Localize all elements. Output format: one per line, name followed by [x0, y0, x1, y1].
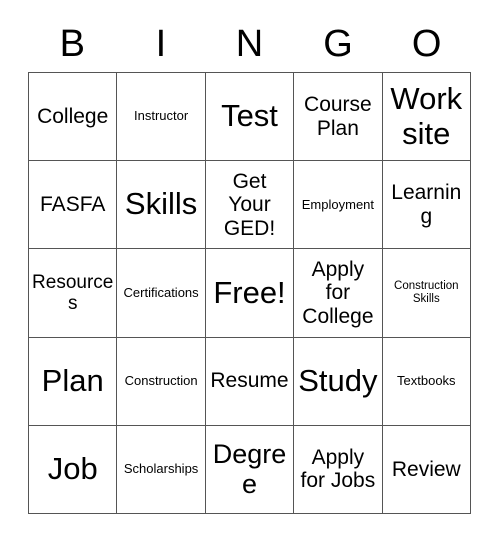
- bingo-cell[interactable]: Construction Skills: [382, 249, 471, 338]
- bingo-cell[interactable]: Employment: [294, 161, 383, 250]
- bingo-cell-label: Skills: [124, 186, 198, 222]
- bingo-cell-label: Test: [221, 98, 278, 134]
- bingo-cell-label: Plan: [41, 362, 104, 398]
- bingo-cell[interactable]: Study: [294, 337, 383, 426]
- bingo-cell[interactable]: Apply for Jobs: [294, 425, 383, 514]
- bingo-cell[interactable]: Degree: [205, 425, 295, 514]
- bingo-cell[interactable]: Instructor: [117, 73, 206, 162]
- bingo-cell-label: Resume: [210, 369, 289, 393]
- bingo-card: B I N G O College Instructor Test Course…: [0, 0, 500, 544]
- bingo-cell[interactable]: Work site: [382, 73, 471, 162]
- bingo-cell-label: Instructor: [134, 108, 189, 124]
- bingo-cell-label: College: [37, 104, 109, 128]
- bingo-cell[interactable]: Resume: [205, 337, 295, 426]
- bingo-cell-label: Get Your GED!: [223, 169, 276, 240]
- bingo-cell-label: Certifications: [123, 284, 199, 300]
- bingo-cell[interactable]: Certifications: [117, 249, 206, 338]
- bingo-cell[interactable]: Free!: [205, 249, 295, 338]
- bingo-cell-label: Apply for Jobs: [300, 445, 376, 493]
- bingo-header-letter-o: O: [411, 23, 442, 65]
- bingo-cell-label: Course Plan: [304, 93, 372, 140]
- bingo-cell-label: Degree: [212, 439, 287, 500]
- bingo-cell[interactable]: College: [29, 73, 118, 162]
- bingo-cell-label: Apply for College: [302, 257, 374, 328]
- bingo-grid: College Instructor Test Course Plan Work…: [28, 72, 471, 514]
- bingo-cell[interactable]: Test: [205, 73, 295, 162]
- bingo-header-letter-n: N: [235, 23, 264, 65]
- bingo-cell-label: FASFA: [40, 193, 106, 217]
- bingo-cell-label: Review: [391, 457, 461, 481]
- bingo-header-letter-g: G: [323, 23, 353, 65]
- bingo-cell-label: Learning: [391, 181, 462, 228]
- bingo-cell[interactable]: Apply for College: [294, 249, 383, 338]
- bingo-cell[interactable]: Course Plan: [294, 73, 383, 162]
- bingo-cell[interactable]: Plan: [29, 337, 118, 426]
- bingo-cell[interactable]: Textbooks: [382, 337, 471, 426]
- bingo-cell[interactable]: Learning: [382, 161, 471, 250]
- bingo-cell-label: Scholarships: [123, 461, 199, 477]
- bingo-cell-label: Job: [47, 451, 98, 487]
- bingo-cell[interactable]: Review: [382, 425, 471, 514]
- bingo-cell[interactable]: Skills: [117, 161, 206, 250]
- bingo-cell-label: Study: [298, 362, 378, 398]
- bingo-cell-label: Resources: [32, 271, 114, 314]
- bingo-cell-label: Free!: [213, 274, 286, 310]
- bingo-header-letter-b: B: [59, 23, 85, 65]
- bingo-cell[interactable]: Job: [29, 425, 118, 514]
- bingo-cell-label: Employment: [301, 196, 375, 212]
- bingo-cell[interactable]: Get Your GED!: [205, 161, 295, 250]
- bingo-cell-label: Work site: [390, 80, 463, 151]
- bingo-cell[interactable]: Construction: [117, 337, 206, 426]
- bingo-cell-label: Construction Skills: [394, 280, 459, 305]
- bingo-header-letter-i: I: [155, 23, 167, 65]
- bingo-header-row: B I N G O: [28, 16, 471, 72]
- bingo-cell[interactable]: Resources: [29, 249, 118, 338]
- bingo-cell-label: Textbooks: [397, 372, 456, 388]
- bingo-cell[interactable]: FASFA: [29, 161, 118, 250]
- bingo-cell[interactable]: Scholarships: [117, 425, 206, 514]
- bingo-cell-label: Construction: [124, 372, 198, 388]
